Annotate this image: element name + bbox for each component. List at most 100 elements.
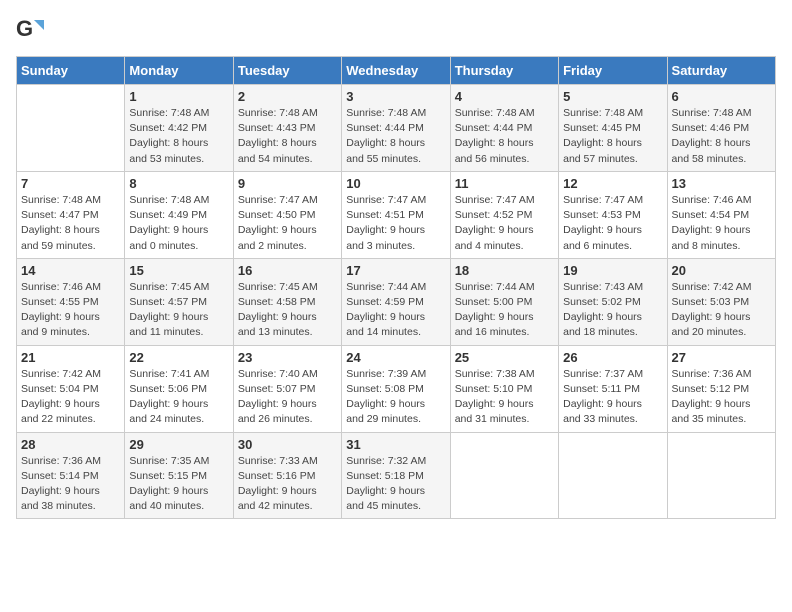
day-cell: 6 Sunrise: 7:48 AM Sunset: 4:46 PM Daylig…: [667, 85, 775, 172]
day-info: Sunrise: 7:44 AM Sunset: 4:59 PM Dayligh…: [346, 280, 445, 341]
day-cell: 5 Sunrise: 7:48 AM Sunset: 4:45 PM Daylig…: [559, 85, 667, 172]
day-info: Sunrise: 7:38 AM Sunset: 5:10 PM Dayligh…: [455, 367, 554, 428]
day-info: Sunrise: 7:48 AM Sunset: 4:44 PM Dayligh…: [346, 106, 445, 167]
day-info: Sunrise: 7:46 AM Sunset: 4:54 PM Dayligh…: [672, 193, 771, 254]
day-info: Sunrise: 7:48 AM Sunset: 4:45 PM Dayligh…: [563, 106, 662, 167]
day-cell: 7 Sunrise: 7:48 AM Sunset: 4:47 PM Daylig…: [17, 171, 125, 258]
day-number: 15: [129, 263, 228, 278]
header-cell-saturday: Saturday: [667, 57, 775, 85]
day-info: Sunrise: 7:45 AM Sunset: 4:57 PM Dayligh…: [129, 280, 228, 341]
day-info: Sunrise: 7:48 AM Sunset: 4:44 PM Dayligh…: [455, 106, 554, 167]
page-header: G: [16, 16, 776, 44]
day-info: Sunrise: 7:46 AM Sunset: 4:55 PM Dayligh…: [21, 280, 120, 341]
day-cell: 12 Sunrise: 7:47 AM Sunset: 4:53 PM Dayli…: [559, 171, 667, 258]
day-number: 7: [21, 176, 120, 191]
day-cell: 21 Sunrise: 7:42 AM Sunset: 5:04 PM Dayli…: [17, 345, 125, 432]
day-cell: 1 Sunrise: 7:48 AM Sunset: 4:42 PM Daylig…: [125, 85, 233, 172]
day-cell: 9 Sunrise: 7:47 AM Sunset: 4:50 PM Daylig…: [233, 171, 341, 258]
day-cell: 17 Sunrise: 7:44 AM Sunset: 4:59 PM Dayli…: [342, 258, 450, 345]
day-number: 6: [672, 89, 771, 104]
day-cell: 8Sunrise: 7:48 AM Sunset: 4:49 PM Daylig…: [125, 171, 233, 258]
day-cell: 22Sunrise: 7:41 AM Sunset: 5:06 PM Dayli…: [125, 345, 233, 432]
day-number: 29: [129, 437, 228, 452]
day-number: 16: [238, 263, 337, 278]
day-cell: 29 Sunrise: 7:35 AM Sunset: 5:15 PM Dayli…: [125, 432, 233, 519]
week-row-4: 21 Sunrise: 7:42 AM Sunset: 5:04 PM Dayli…: [17, 345, 776, 432]
day-number: 28: [21, 437, 120, 452]
day-info: Sunrise: 7:48 AM Sunset: 4:46 PM Dayligh…: [672, 106, 771, 167]
day-info: Sunrise: 7:48 AM Sunset: 4:43 PM Dayligh…: [238, 106, 337, 167]
day-number: 25: [455, 350, 554, 365]
day-cell: 25 Sunrise: 7:38 AM Sunset: 5:10 PM Dayli…: [450, 345, 558, 432]
day-cell: 26Sunrise: 7:37 AM Sunset: 5:11 PM Dayli…: [559, 345, 667, 432]
day-cell: 20 Sunrise: 7:42 AM Sunset: 5:03 PM Dayli…: [667, 258, 775, 345]
day-number: 14: [21, 263, 120, 278]
day-number: 21: [21, 350, 120, 365]
day-cell: 28Sunrise: 7:36 AM Sunset: 5:14 PM Dayli…: [17, 432, 125, 519]
day-info: Sunrise: 7:40 AM Sunset: 5:07 PM Dayligh…: [238, 367, 337, 428]
day-number: 17: [346, 263, 445, 278]
header-cell-sunday: Sunday: [17, 57, 125, 85]
day-number: 12: [563, 176, 662, 191]
day-cell: 31Sunrise: 7:32 AM Sunset: 5:18 PM Dayli…: [342, 432, 450, 519]
day-cell: 10Sunrise: 7:47 AM Sunset: 4:51 PM Dayli…: [342, 171, 450, 258]
day-number: 2: [238, 89, 337, 104]
day-cell: 19Sunrise: 7:43 AM Sunset: 5:02 PM Dayli…: [559, 258, 667, 345]
day-info: Sunrise: 7:35 AM Sunset: 5:15 PM Dayligh…: [129, 454, 228, 515]
day-info: Sunrise: 7:37 AM Sunset: 5:11 PM Dayligh…: [563, 367, 662, 428]
header-row: SundayMondayTuesdayWednesdayThursdayFrid…: [17, 57, 776, 85]
day-number: 18: [455, 263, 554, 278]
day-number: 5: [563, 89, 662, 104]
day-cell: 3 Sunrise: 7:48 AM Sunset: 4:44 PM Daylig…: [342, 85, 450, 172]
logo: G: [16, 16, 48, 44]
day-cell: [559, 432, 667, 519]
calendar-table: SundayMondayTuesdayWednesdayThursdayFrid…: [16, 56, 776, 519]
day-number: 3: [346, 89, 445, 104]
day-info: Sunrise: 7:45 AM Sunset: 4:58 PM Dayligh…: [238, 280, 337, 341]
day-number: 11: [455, 176, 554, 191]
day-info: Sunrise: 7:47 AM Sunset: 4:50 PM Dayligh…: [238, 193, 337, 254]
day-number: 1: [129, 89, 228, 104]
day-cell: [450, 432, 558, 519]
day-number: 9: [238, 176, 337, 191]
day-info: Sunrise: 7:48 AM Sunset: 4:47 PM Dayligh…: [21, 193, 120, 254]
logo-icon: G: [16, 16, 44, 44]
header-cell-tuesday: Tuesday: [233, 57, 341, 85]
day-cell: 15 Sunrise: 7:45 AM Sunset: 4:57 PM Dayli…: [125, 258, 233, 345]
day-cell: [17, 85, 125, 172]
day-info: Sunrise: 7:48 AM Sunset: 4:49 PM Dayligh…: [129, 193, 228, 254]
day-info: Sunrise: 7:47 AM Sunset: 4:53 PM Dayligh…: [563, 193, 662, 254]
day-info: Sunrise: 7:42 AM Sunset: 5:03 PM Dayligh…: [672, 280, 771, 341]
header-cell-friday: Friday: [559, 57, 667, 85]
week-row-2: 7 Sunrise: 7:48 AM Sunset: 4:47 PM Daylig…: [17, 171, 776, 258]
day-info: Sunrise: 7:43 AM Sunset: 5:02 PM Dayligh…: [563, 280, 662, 341]
header-cell-monday: Monday: [125, 57, 233, 85]
day-number: 30: [238, 437, 337, 452]
day-number: 22: [129, 350, 228, 365]
week-row-1: 1 Sunrise: 7:48 AM Sunset: 4:42 PM Daylig…: [17, 85, 776, 172]
day-number: 13: [672, 176, 771, 191]
week-row-3: 14 Sunrise: 7:46 AM Sunset: 4:55 PM Dayli…: [17, 258, 776, 345]
day-cell: 13 Sunrise: 7:46 AM Sunset: 4:54 PM Dayli…: [667, 171, 775, 258]
svg-text:G: G: [16, 16, 33, 41]
day-cell: 14 Sunrise: 7:46 AM Sunset: 4:55 PM Dayli…: [17, 258, 125, 345]
day-cell: 4 Sunrise: 7:48 AM Sunset: 4:44 PM Daylig…: [450, 85, 558, 172]
day-cell: 24 Sunrise: 7:39 AM Sunset: 5:08 PM Dayli…: [342, 345, 450, 432]
header-cell-thursday: Thursday: [450, 57, 558, 85]
day-number: 4: [455, 89, 554, 104]
day-cell: 11 Sunrise: 7:47 AM Sunset: 4:52 PM Dayli…: [450, 171, 558, 258]
day-cell: 23 Sunrise: 7:40 AM Sunset: 5:07 PM Dayli…: [233, 345, 341, 432]
day-number: 23: [238, 350, 337, 365]
day-info: Sunrise: 7:42 AM Sunset: 5:04 PM Dayligh…: [21, 367, 120, 428]
day-info: Sunrise: 7:36 AM Sunset: 5:12 PM Dayligh…: [672, 367, 771, 428]
day-info: Sunrise: 7:32 AM Sunset: 5:18 PM Dayligh…: [346, 454, 445, 515]
day-info: Sunrise: 7:39 AM Sunset: 5:08 PM Dayligh…: [346, 367, 445, 428]
day-info: Sunrise: 7:48 AM Sunset: 4:42 PM Dayligh…: [129, 106, 228, 167]
header-cell-wednesday: Wednesday: [342, 57, 450, 85]
day-number: 10: [346, 176, 445, 191]
day-number: 20: [672, 263, 771, 278]
day-number: 24: [346, 350, 445, 365]
day-cell: [667, 432, 775, 519]
day-cell: 18Sunrise: 7:44 AM Sunset: 5:00 PM Dayli…: [450, 258, 558, 345]
day-info: Sunrise: 7:47 AM Sunset: 4:52 PM Dayligh…: [455, 193, 554, 254]
